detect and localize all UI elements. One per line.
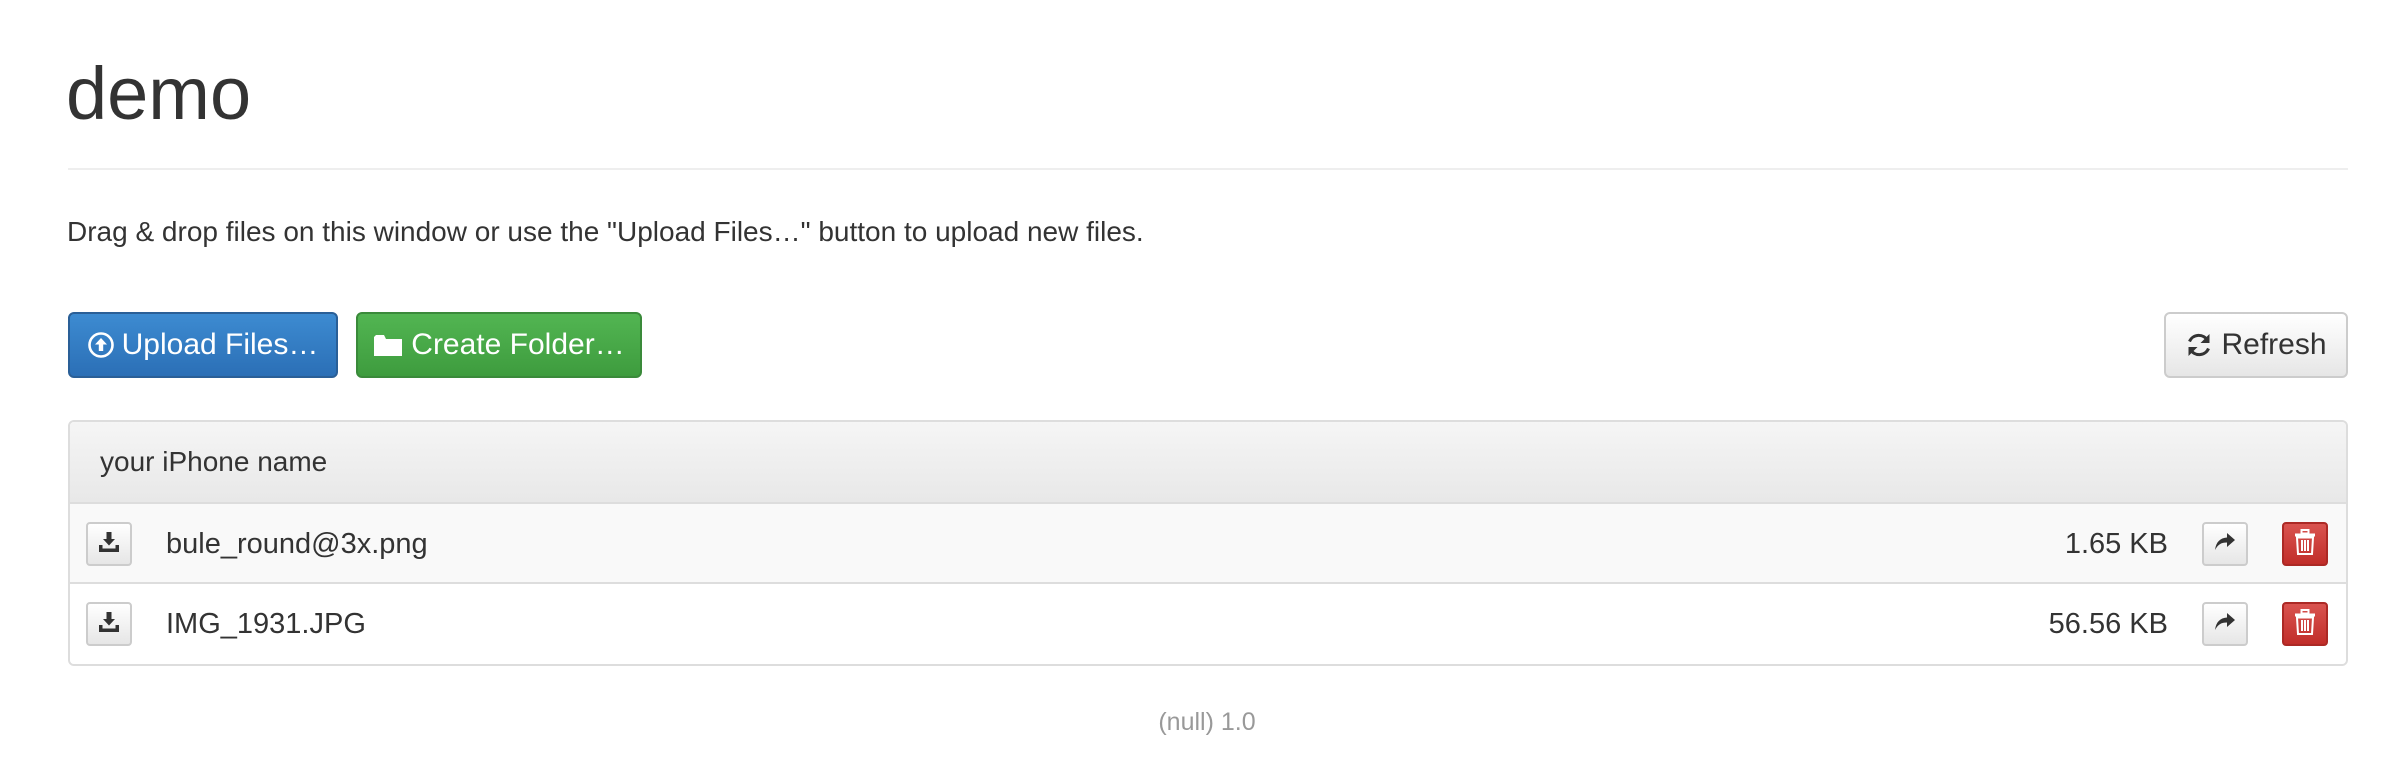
page-container: demo Drag & drop files on this window or… bbox=[0, 0, 2402, 780]
file-name: IMG_1931.JPG bbox=[166, 608, 366, 640]
share-arrow-icon bbox=[2214, 532, 2236, 557]
refresh-label: Refresh bbox=[2221, 328, 2327, 361]
file-row: bule_round@3x.png 1.65 KB bbox=[70, 504, 2346, 584]
title-divider bbox=[68, 168, 2348, 170]
download-icon bbox=[98, 611, 120, 638]
app-version-footer: (null) 1.0 bbox=[1158, 708, 1256, 736]
download-button[interactable] bbox=[86, 602, 132, 646]
create-folder-button[interactable]: Create Folder… bbox=[356, 312, 642, 378]
folder-icon bbox=[373, 332, 403, 358]
page-title: demo bbox=[66, 52, 252, 135]
move-button[interactable] bbox=[2202, 522, 2248, 566]
refresh-button[interactable]: Refresh bbox=[2164, 312, 2348, 378]
file-size: 1.65 KB bbox=[2064, 528, 2168, 560]
device-name-heading: your iPhone name bbox=[70, 422, 2346, 504]
delete-button[interactable] bbox=[2282, 602, 2328, 646]
create-folder-label: Create Folder… bbox=[411, 328, 625, 361]
download-button[interactable] bbox=[86, 522, 132, 566]
file-size: 56.56 KB bbox=[2048, 608, 2168, 640]
upload-instructions: Drag & drop files on this window or use … bbox=[67, 216, 1144, 247]
file-row: IMG_1931.JPG 56.56 KB bbox=[70, 584, 2346, 664]
move-button[interactable] bbox=[2202, 602, 2248, 646]
file-list-panel: your iPhone name bule_round@3x.png 1.65 … bbox=[68, 420, 2348, 666]
delete-button[interactable] bbox=[2282, 522, 2328, 566]
upload-files-button[interactable]: Upload Files… bbox=[68, 312, 338, 378]
refresh-icon bbox=[2185, 331, 2213, 359]
download-icon bbox=[98, 531, 120, 558]
trash-icon bbox=[2294, 608, 2316, 640]
file-name: bule_round@3x.png bbox=[166, 528, 428, 560]
circle-arrow-up-icon bbox=[87, 332, 114, 358]
share-arrow-icon bbox=[2214, 612, 2236, 637]
upload-files-label: Upload Files… bbox=[121, 328, 319, 361]
trash-icon bbox=[2294, 528, 2316, 560]
